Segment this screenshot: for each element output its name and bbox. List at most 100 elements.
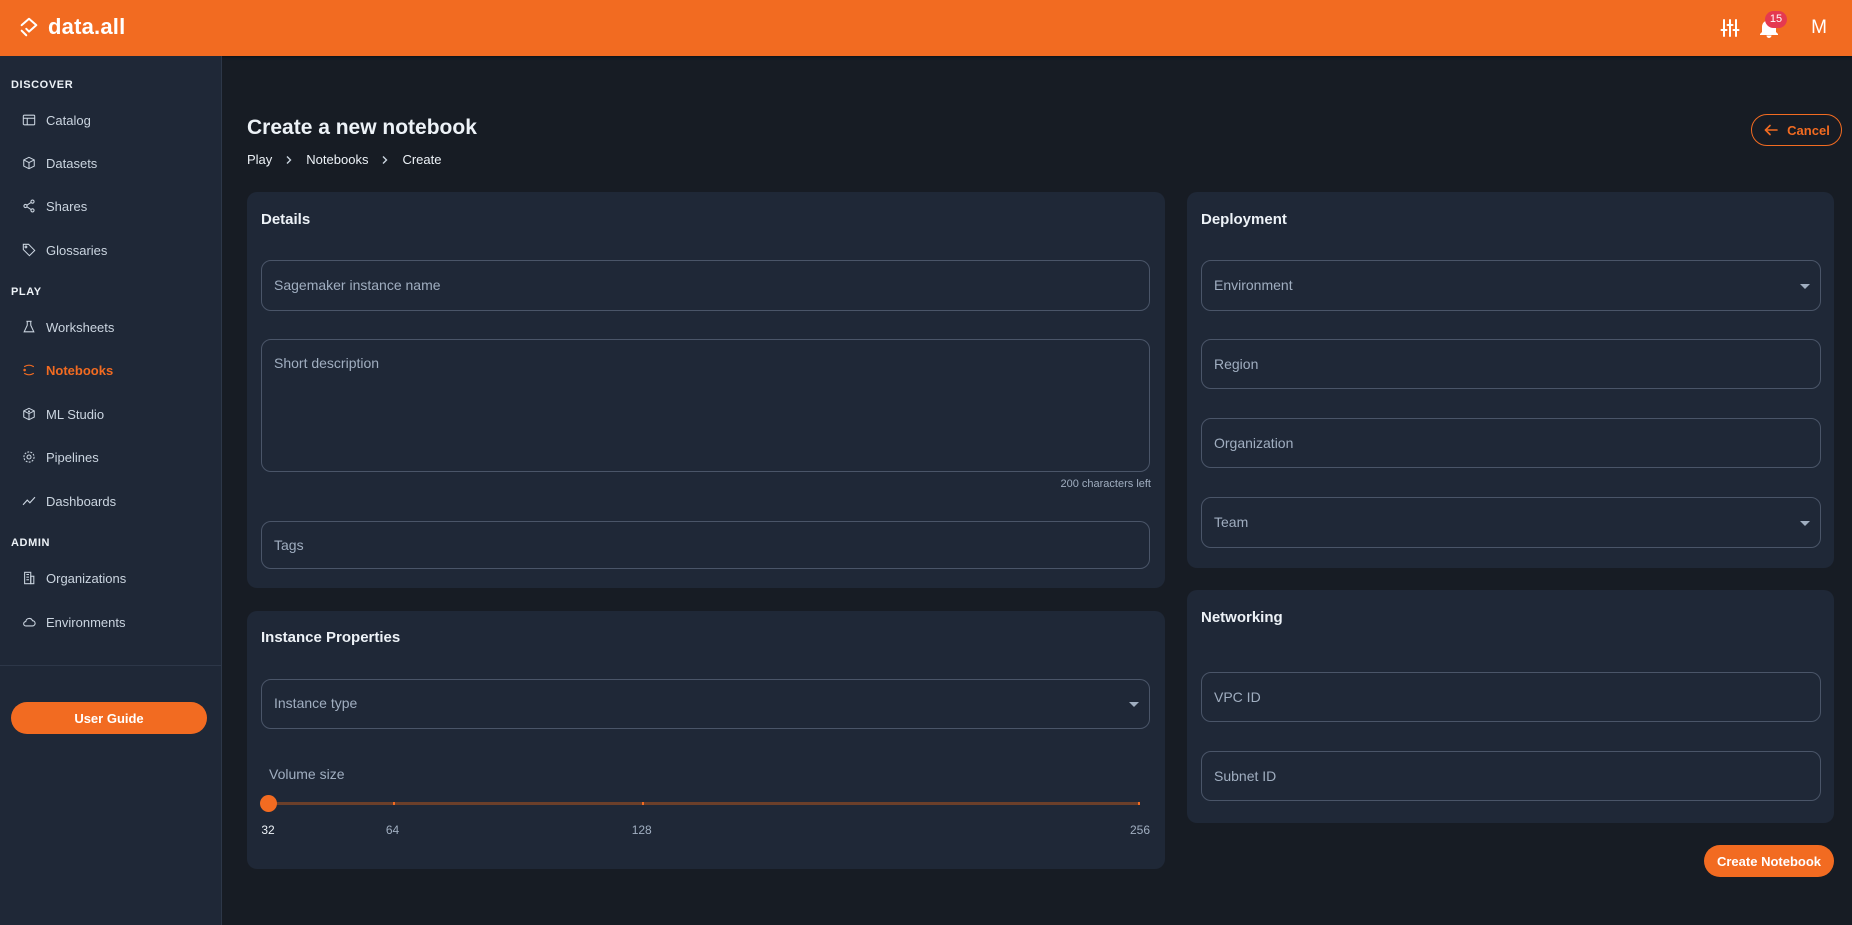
- networking-card: Networking VPC ID Subnet ID: [1187, 590, 1834, 823]
- section-label-admin: ADMIN: [11, 537, 51, 549]
- user-guide-button[interactable]: User Guide: [11, 702, 207, 734]
- environment-select[interactable]: Environment: [1201, 260, 1821, 311]
- slider-track: [268, 802, 1140, 805]
- tags-input[interactable]: Tags: [261, 521, 1150, 569]
- organization-input[interactable]: Organization: [1201, 418, 1821, 468]
- notification-badge: 15: [1765, 11, 1787, 28]
- sidebar-item-pipelines[interactable]: Pipelines: [0, 437, 221, 477]
- instance-type-select[interactable]: Instance type: [261, 679, 1150, 729]
- tags-placeholder: Tags: [274, 537, 304, 553]
- short-description-textarea[interactable]: Short description: [261, 339, 1150, 472]
- region-input[interactable]: Region: [1201, 339, 1821, 389]
- sidebar-item-notebooks[interactable]: Notebooks: [0, 350, 221, 390]
- team-select[interactable]: Team: [1201, 497, 1821, 548]
- sidebar-item-label: Catalog: [46, 112, 91, 128]
- characters-left-helper: 200 characters left: [1060, 478, 1152, 490]
- logo[interactable]: data.all: [18, 14, 125, 40]
- sidebar-item-datasets[interactable]: Datasets: [0, 143, 221, 183]
- breadcrumb-notebooks[interactable]: Notebooks: [306, 152, 368, 167]
- avatar[interactable]: M: [1808, 15, 1830, 41]
- sidebar-item-dashboards[interactable]: Dashboards: [0, 481, 221, 521]
- breadcrumb-create: Create: [402, 152, 442, 167]
- notebook-icon: [23, 364, 34, 376]
- subnet-id-input[interactable]: Subnet ID: [1201, 751, 1821, 801]
- volume-size-slider[interactable]: 32 64 128 256: [260, 795, 1150, 837]
- sidebar-item-label: Environments: [46, 614, 126, 630]
- section-label-play: PLAY: [11, 286, 42, 298]
- environment-placeholder: Environment: [1214, 277, 1293, 293]
- datasets-icon: [23, 156, 35, 170]
- chart-line-icon: [22, 496, 36, 506]
- catalog-icon: [22, 114, 36, 126]
- sidebar-item-organizations[interactable]: Organizations: [0, 558, 221, 598]
- instance-name-input[interactable]: Sagemaker instance name: [261, 260, 1150, 311]
- subnet-id-placeholder: Subnet ID: [1214, 768, 1277, 784]
- sidebar-item-label: Glossaries: [46, 242, 108, 258]
- arrow-left-icon: [1764, 124, 1778, 136]
- sidebar-item-label: Shares: [46, 198, 88, 214]
- organization-placeholder: Organization: [1214, 435, 1294, 451]
- slider-label-32: 32: [261, 823, 275, 837]
- details-title: Details: [261, 211, 311, 228]
- details-card: Details Sagemaker instance name Short de…: [247, 192, 1165, 588]
- sidebar-divider: [0, 665, 221, 666]
- settings-sliders-icon[interactable]: [1718, 16, 1742, 40]
- sidebar: DISCOVER Catalog Datasets Shares Glossar…: [0, 56, 222, 925]
- create-notebook-button[interactable]: Create Notebook: [1704, 845, 1834, 877]
- dropdown-caret-icon: [1129, 702, 1139, 707]
- sidebar-item-label: Datasets: [46, 155, 98, 171]
- cancel-button[interactable]: Cancel: [1751, 114, 1842, 146]
- cloud-icon: [23, 617, 36, 627]
- page-title: Create a new notebook: [247, 116, 477, 139]
- sidebar-item-worksheets[interactable]: Worksheets: [0, 307, 221, 347]
- instance-name-placeholder: Sagemaker instance name: [274, 277, 441, 293]
- sidebar-item-environments[interactable]: Environments: [0, 602, 221, 642]
- gear-icon: [23, 451, 35, 463]
- deployment-card: Deployment Environment Region Organizati…: [1187, 192, 1834, 568]
- vpc-id-placeholder: VPC ID: [1214, 689, 1261, 705]
- sidebar-item-label: Organizations: [46, 570, 127, 586]
- slider-label-64: 64: [385, 823, 400, 837]
- sidebar-item-catalog[interactable]: Catalog: [0, 100, 221, 140]
- instance-properties-card: Instance Properties Instance type Volume…: [247, 611, 1165, 869]
- slider-mark-64: [392, 802, 395, 805]
- sidebar-item-label: Dashboards: [46, 493, 117, 509]
- breadcrumb-play[interactable]: Play: [247, 152, 272, 167]
- chevron-right-icon: [382, 155, 388, 164]
- deployment-title: Deployment: [1201, 211, 1287, 228]
- breadcrumb: Play Notebooks Create: [247, 152, 441, 167]
- slider-mark-256: [1138, 802, 1140, 805]
- share-icon: [23, 199, 35, 213]
- top-app-bar: data.all 15 M: [0, 0, 1852, 56]
- section-label-discover: DISCOVER: [11, 79, 74, 91]
- data-all-logo-icon: [20, 17, 38, 37]
- flask-icon: [23, 320, 35, 333]
- chevron-right-icon: [286, 155, 292, 164]
- sidebar-item-label: Notebooks: [46, 362, 114, 378]
- dropdown-caret-icon: [1800, 521, 1810, 526]
- networking-title: Networking: [1201, 609, 1283, 626]
- cube-icon: [23, 407, 35, 421]
- vpc-id-input[interactable]: VPC ID: [1201, 672, 1821, 722]
- slider-label-256: 256: [1129, 823, 1151, 837]
- sidebar-item-shares[interactable]: Shares: [0, 186, 221, 226]
- slider-mark-128: [641, 802, 644, 805]
- cancel-label: Cancel: [1787, 122, 1830, 138]
- short-description-placeholder: Short description: [274, 355, 380, 371]
- instance-properties-title: Instance Properties: [261, 629, 401, 646]
- sidebar-item-label: Worksheets: [46, 319, 115, 335]
- team-placeholder: Team: [1214, 514, 1249, 530]
- slider-thumb[interactable]: [260, 795, 277, 812]
- logo-text: data.all: [48, 14, 126, 39]
- slider-label-128: 128: [631, 823, 652, 837]
- instance-type-placeholder: Instance type: [274, 695, 358, 711]
- sidebar-item-label: Pipelines: [46, 449, 99, 465]
- volume-size-label: Volume size: [269, 766, 345, 782]
- dropdown-caret-icon: [1800, 284, 1810, 289]
- sidebar-item-glossaries[interactable]: Glossaries: [0, 230, 221, 270]
- sidebar-item-label: ML Studio: [46, 406, 105, 422]
- building-icon: [24, 571, 35, 585]
- tag-icon: [22, 243, 36, 257]
- region-placeholder: Region: [1214, 356, 1259, 372]
- sidebar-item-ml-studio[interactable]: ML Studio: [0, 394, 221, 434]
